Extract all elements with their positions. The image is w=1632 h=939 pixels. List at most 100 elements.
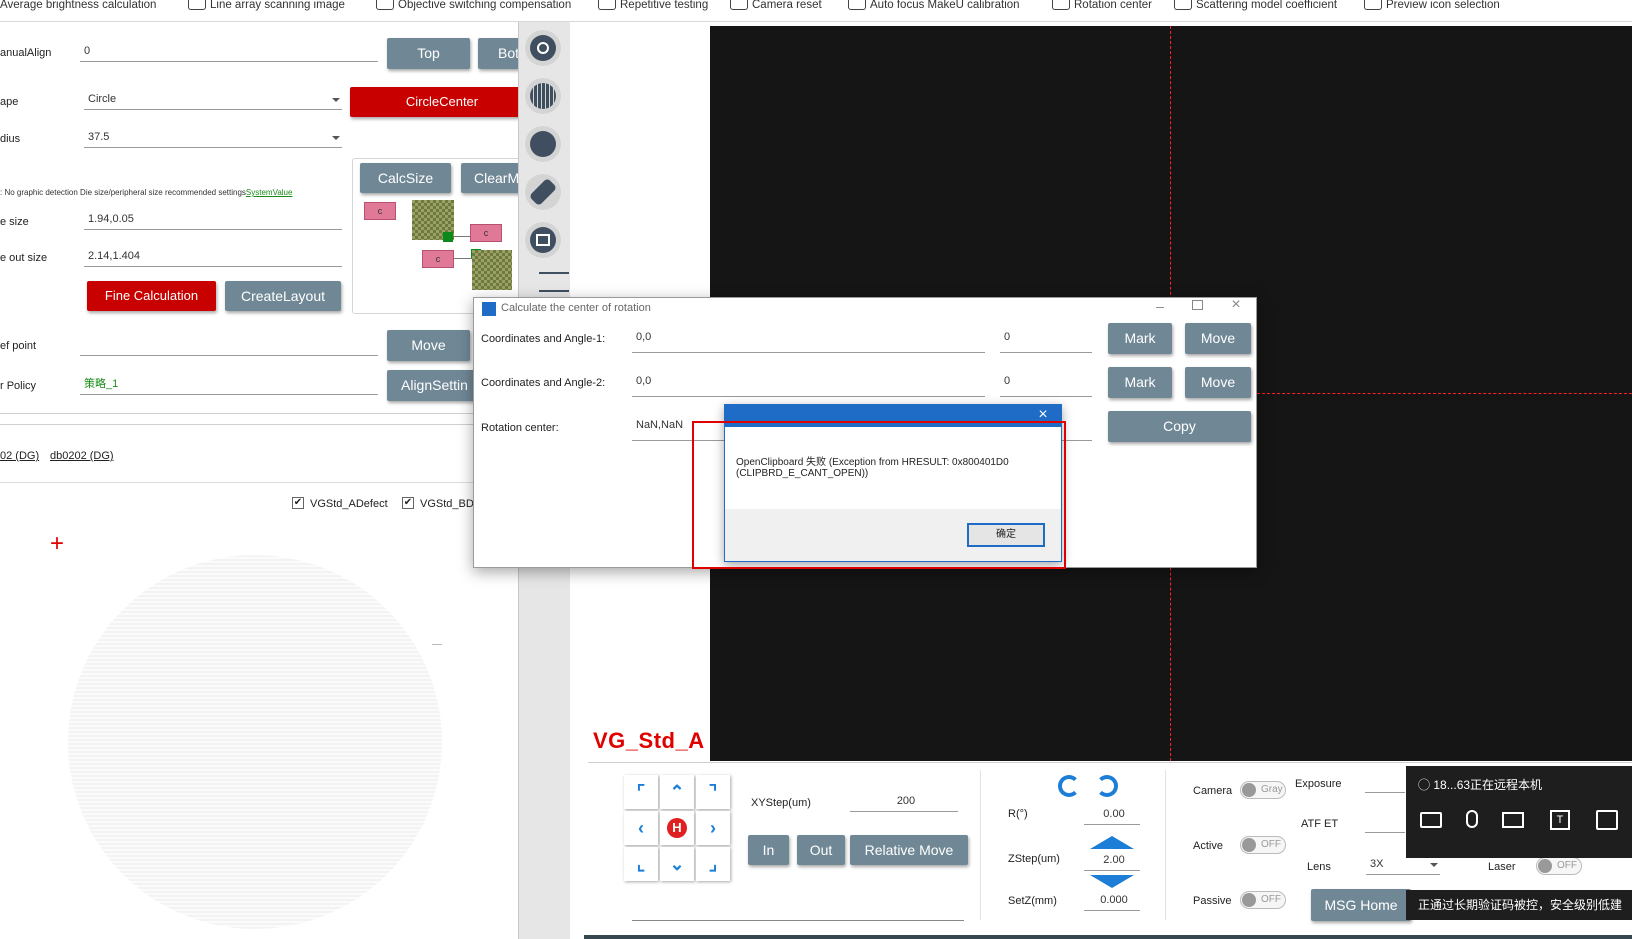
chat-icon[interactable] [1420, 812, 1442, 828]
toolbar-item-average-brightness[interactable]: Average brightness calculation [0, 0, 156, 14]
camera-gray-toggle[interactable]: Gray [1240, 781, 1286, 799]
rotate-cw-icon[interactable] [1096, 775, 1118, 797]
keyboard-icon[interactable] [1502, 812, 1524, 828]
remote-control-bar: ◯ 18...63正在远程本机 T [1406, 766, 1632, 858]
toolbar-item-label: Auto focus MakeU calibration [870, 0, 1020, 11]
toolbar-item-camera-reset[interactable]: Camera reset [730, 0, 822, 14]
z-down-icon[interactable] [1090, 875, 1134, 888]
active-toggle[interactable]: OFF [1240, 836, 1286, 854]
chip-marker: c [470, 224, 502, 242]
manual-align-label: anualAlign [0, 47, 52, 59]
row1-angle-input[interactable]: 0 [1000, 326, 1092, 353]
out-button[interactable]: Out [797, 835, 845, 865]
copy-button[interactable]: Copy [1108, 411, 1251, 442]
radius-select-value: 37.5 [88, 131, 110, 143]
text-icon[interactable]: T [1550, 810, 1570, 830]
crosshair-icon: + [50, 530, 65, 557]
out-size-input[interactable]: 2.14,1.404 [84, 247, 342, 267]
align-setting-button[interactable]: AlignSettin [387, 370, 477, 401]
toolbar-item-objective-switching[interactable]: Objective switching compensation [376, 0, 571, 14]
rotation-icon [1052, 0, 1070, 10]
jog-up-right-button[interactable]: ⌝ [696, 775, 730, 809]
z-up-icon[interactable] [1090, 836, 1134, 849]
lens-select[interactable]: 3X [1366, 855, 1440, 875]
xystep-input[interactable]: 200 [850, 792, 958, 812]
radius-select[interactable]: 37.5 [84, 128, 342, 148]
toolbar-item-rotation-center[interactable]: Rotation center [1052, 0, 1152, 14]
jog-right-button[interactable]: › [696, 811, 730, 845]
divider [0, 482, 475, 483]
die-size-input[interactable]: 1.94,0.05 [84, 210, 342, 230]
jog-down-left-button[interactable]: ⌞ [624, 847, 658, 881]
jog-up-button[interactable]: ⌃ [660, 775, 694, 809]
ruler-icon[interactable] [525, 174, 561, 210]
scatter-icon [1174, 0, 1192, 10]
laser-toggle[interactable]: OFF [1536, 857, 1582, 875]
home-button[interactable]: H [660, 811, 694, 845]
create-layout-button[interactable]: CreateLayout [225, 281, 341, 311]
checkbox-adefect[interactable]: ✔ [292, 497, 304, 509]
wafer-map[interactable] [68, 555, 442, 929]
microphone-icon[interactable] [1466, 810, 1478, 828]
rotate-ccw-icon[interactable] [1058, 775, 1080, 797]
minimize-button[interactable]: – [1150, 298, 1170, 314]
jog-down-button[interactable]: ⌄ [660, 847, 694, 881]
exposure-input[interactable] [1365, 792, 1405, 793]
ref-point-input[interactable] [80, 336, 378, 356]
circle-center-button[interactable]: CircleCenter [350, 87, 534, 117]
shape-select[interactable]: Circle [84, 90, 342, 110]
toolbar-item-label: Line array scanning image [210, 0, 345, 11]
toolbar-item-preview-icon[interactable]: Preview icon selection [1364, 0, 1500, 14]
recipe-link[interactable]: 02 (DG) [0, 450, 39, 462]
checkbox-bdefect[interactable]: ✔ [402, 497, 414, 509]
manual-align-input[interactable]: 0 [80, 42, 378, 62]
relative-move-button[interactable]: Relative Move [850, 835, 968, 865]
row2-coord-input[interactable]: 0,0 [632, 370, 985, 397]
top-button[interactable]: Top [387, 38, 470, 69]
toggle-text: Gray [1261, 784, 1283, 795]
fine-calculation-button[interactable]: Fine Calculation [87, 281, 216, 311]
jog-down-right-button[interactable]: ⌟ [696, 847, 730, 881]
toolbar-item-scattering-model[interactable]: Scattering model coefficient [1174, 0, 1337, 14]
toolbar-item-repetitive-testing[interactable]: Repetitive testing [598, 0, 708, 14]
calc-size-button[interactable]: CalcSize [360, 163, 451, 193]
camera-icon[interactable] [525, 30, 561, 66]
wafer-grid-icon[interactable] [525, 78, 561, 114]
close-button[interactable]: × [1226, 296, 1246, 314]
zstep-input[interactable]: 2.00 [1084, 851, 1140, 871]
in-button[interactable]: In [748, 835, 789, 865]
row1-coord-input[interactable]: 0,0 [632, 326, 985, 353]
row2-mark-button[interactable]: Mark [1108, 367, 1172, 398]
recipe-link[interactable]: db0202 (DG) [50, 450, 114, 462]
maximize-button[interactable] [1192, 300, 1203, 310]
preview-icon [1364, 0, 1382, 10]
policy-input[interactable]: 策略_1 [80, 375, 378, 395]
image-icon[interactable] [525, 222, 561, 258]
highlight-box [692, 421, 1066, 569]
die-size-label: e size [0, 216, 29, 228]
jog-left-button[interactable]: ‹ [624, 811, 658, 845]
exit-icon[interactable] [1596, 810, 1618, 830]
row1-mark-button[interactable]: Mark [1108, 323, 1172, 354]
jog-up-left-button[interactable]: ⌜ [624, 775, 658, 809]
r-input[interactable]: 0.00 [1084, 805, 1140, 825]
setz-input[interactable]: 0.000 [1084, 891, 1140, 911]
checklist-icon[interactable] [539, 272, 569, 292]
system-value-link[interactable]: SystemValue [246, 188, 293, 197]
wafer-list-icon[interactable] [525, 126, 561, 162]
toggle-text: OFF [1557, 860, 1577, 871]
row1-move-button[interactable]: Move [1185, 323, 1251, 354]
toolbar-item-label: Repetitive testing [620, 0, 709, 11]
row2-move-button[interactable]: Move [1185, 367, 1251, 398]
passive-toggle[interactable]: OFF [1240, 891, 1286, 909]
remote-status-text: 18...63正在远程本机 [1433, 778, 1543, 792]
toolbar-item-label: Camera reset [752, 0, 822, 11]
active-label: Active [1193, 840, 1223, 852]
msg-home-button[interactable]: MSG Home [1311, 889, 1411, 921]
toolbar-item-line-array[interactable]: Line array scanning image [188, 0, 345, 14]
ref-point-move-button[interactable]: Move [387, 330, 470, 361]
passive-label: Passive [1193, 895, 1232, 907]
atf-input[interactable] [1365, 832, 1405, 833]
toolbar-item-auto-focus[interactable]: Auto focus MakeU calibration [848, 0, 1020, 14]
row2-angle-input[interactable]: 0 [1000, 370, 1092, 397]
